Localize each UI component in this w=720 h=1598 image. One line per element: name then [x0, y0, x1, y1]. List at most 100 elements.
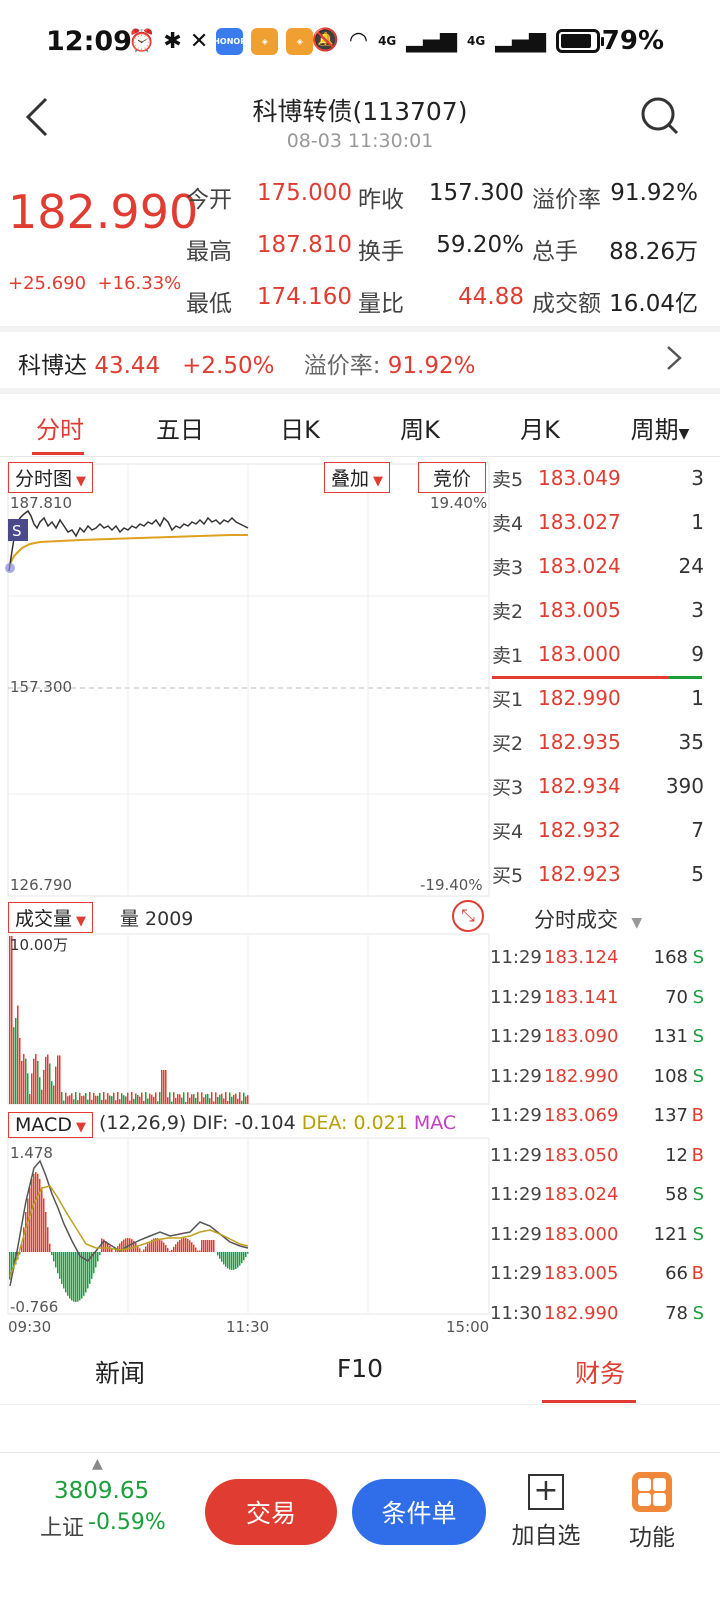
volume-bar: [97, 1095, 99, 1104]
volume-bar: [207, 1093, 209, 1104]
functions-button[interactable]: 功能: [614, 1470, 690, 1552]
volume-bar: [13, 1027, 15, 1104]
search-icon: [641, 97, 679, 135]
chart-type-dropdown[interactable]: 分时图 ▼: [8, 462, 94, 493]
tab-five-day[interactable]: 五日: [120, 408, 240, 458]
volume-bar: [177, 1094, 179, 1104]
volume-bar: [21, 1060, 23, 1104]
add-watchlist-button[interactable]: + 加自选: [506, 1470, 586, 1550]
macd-bar: [41, 1187, 43, 1252]
search-button[interactable]: [640, 96, 680, 136]
orderbook-row[interactable]: 买2 182.935 35: [492, 720, 704, 764]
tab-period[interactable]: 周期▼: [600, 408, 720, 458]
alarm-icon: ⏰: [128, 29, 156, 54]
tab-daily-k[interactable]: 日K: [240, 408, 360, 458]
macd-bar: [219, 1252, 221, 1259]
index-value[interactable]: 3809.65: [54, 1478, 149, 1504]
caret-down-icon: ▼: [75, 1120, 86, 1135]
auction-button[interactable]: 竞价: [418, 462, 487, 493]
volume-bar: [125, 1096, 127, 1104]
tick-time: 11:29: [490, 1144, 542, 1166]
quote-label: 昨收: [358, 187, 404, 213]
tick-side: S: [692, 986, 704, 1008]
macd-bar: [247, 1252, 249, 1254]
tick-side: S: [692, 1223, 704, 1245]
orderbook-row[interactable]: 卖2 183.005 3: [492, 588, 704, 632]
orderbook-row[interactable]: 买1 182.990 1: [492, 676, 704, 720]
quote-label: 最低: [186, 291, 232, 317]
orderbook-price: 182.934: [538, 774, 621, 798]
volume-bar: [203, 1097, 205, 1104]
tick-row: 11:30 182.990 78 S: [490, 1294, 704, 1333]
macd-bar: [195, 1247, 197, 1252]
orderbook-row[interactable]: 买5 182.923 5: [492, 852, 704, 896]
chevron-right-icon[interactable]: [664, 343, 684, 380]
volume-bar: [27, 1073, 29, 1104]
macd-bar: [229, 1252, 231, 1270]
tab-monthly-k[interactable]: 月K: [480, 408, 600, 458]
volume-bar: [111, 1096, 113, 1104]
orderbook-price: 183.049: [538, 466, 621, 490]
underlying-stock-row[interactable]: 科博达 43.44 +2.50% 溢价率: 91.92%: [18, 346, 475, 380]
tick-row: 11:29 183.124 168 S: [490, 938, 704, 977]
macd-bar: [213, 1240, 215, 1252]
macd-bar: [241, 1252, 243, 1264]
macd-bar: [189, 1240, 191, 1252]
macd-bar: [193, 1244, 195, 1252]
intraday-chart: S: [5, 463, 490, 1315]
tab-news[interactable]: 新闻: [0, 1342, 240, 1402]
overlay-dropdown[interactable]: 叠加 ▼: [324, 462, 391, 493]
tab-intraday[interactable]: 分时: [0, 408, 120, 458]
orderbook-row[interactable]: 卖4 183.027 1: [492, 500, 704, 544]
tab-weekly-k[interactable]: 周K: [360, 408, 480, 458]
trade-button[interactable]: 交易: [205, 1479, 337, 1545]
underlying-price: 43.44: [94, 353, 161, 379]
volume-dropdown[interactable]: 成交量 ▼: [8, 902, 94, 933]
volume-bar: [225, 1092, 227, 1104]
volume-bar: [227, 1101, 229, 1104]
tab-finance[interactable]: 财务: [480, 1342, 720, 1402]
macd-bar: [199, 1250, 201, 1252]
orderbook-row[interactable]: 买4 182.932 7: [492, 808, 704, 852]
macd-bar: [233, 1252, 235, 1270]
quote-value: 174.160: [256, 284, 352, 310]
volume-bar: [187, 1092, 189, 1104]
orderbook-row[interactable]: 买3 182.934 390: [492, 764, 704, 808]
divider: [0, 1404, 720, 1405]
tick-row: 11:29 183.090 131 S: [490, 1017, 704, 1056]
volume-bar: [9, 936, 11, 1104]
macd-bar: [67, 1252, 69, 1296]
conditional-order-button[interactable]: 条件单: [352, 1479, 486, 1545]
volume-axis-max: 10.00万: [10, 936, 68, 954]
volume-bar: [93, 1092, 95, 1104]
tick-side: S: [692, 1302, 704, 1324]
orderbook-volume: 3: [691, 598, 704, 622]
orderbook-row[interactable]: 卖1 183.000 9: [492, 632, 704, 676]
tick-volume: 78: [665, 1302, 688, 1324]
macd-dropdown[interactable]: MACD ▼: [8, 1112, 93, 1138]
macd-bar: [239, 1252, 241, 1266]
ticks-title[interactable]: 分时成交 ▼: [534, 904, 642, 934]
volume-bar: [197, 1092, 199, 1104]
volume-bar: [75, 1092, 77, 1104]
volume-bar: [153, 1096, 155, 1104]
volume-bar: [213, 1101, 215, 1104]
divider: [0, 388, 720, 394]
orderbook-volume: 1: [691, 686, 704, 710]
macd-bar: [179, 1239, 181, 1252]
macd-bar: [77, 1252, 79, 1302]
tick-volume: 108: [653, 1065, 688, 1087]
macd-bar: [97, 1252, 99, 1262]
tab-f10[interactable]: F10: [240, 1342, 480, 1402]
macd-bar: [53, 1252, 55, 1262]
macd-bar: [171, 1249, 173, 1252]
orderbook-row[interactable]: 卖5 183.049 3: [492, 456, 704, 500]
macd-dif: DIF: -0.104: [192, 1112, 296, 1134]
time-axis-start: 09:30: [8, 1318, 52, 1336]
orderbook-row[interactable]: 卖3 183.024 24: [492, 544, 704, 588]
macd-bar: [165, 1245, 167, 1252]
macd-bar: [231, 1252, 233, 1270]
overlay-label: 叠加: [331, 468, 370, 490]
fullscreen-button[interactable]: ⤡: [452, 900, 484, 932]
tick-price: 183.141: [544, 986, 619, 1008]
